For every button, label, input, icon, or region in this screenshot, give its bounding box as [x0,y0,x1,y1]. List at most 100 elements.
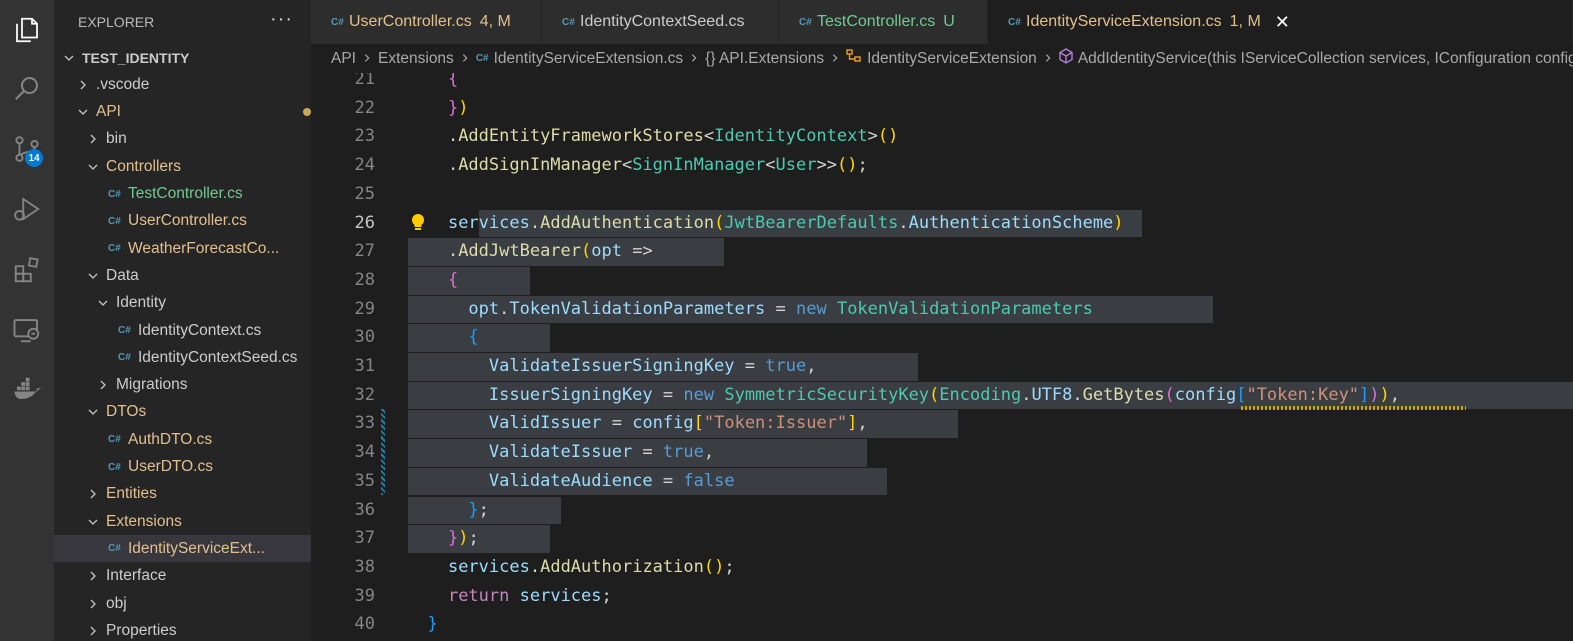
tree-item-label: Data [106,266,139,284]
chevron-down-icon[interactable] [86,406,100,418]
source-control-icon[interactable] [0,122,54,176]
chevron-right-icon[interactable] [86,133,100,145]
file-item[interactable]: C#WeatherForecastCo...M [54,235,311,262]
lightbulb-icon[interactable] [410,213,426,233]
code-line: 39 return services; [311,582,1573,611]
code-token: Encoding [939,384,1022,405]
code-token: ) [458,97,469,118]
folder-item[interactable]: .vscode [54,71,311,98]
code-token: services [447,212,530,233]
folder-item[interactable]: Controllers [54,153,311,180]
tab-git-status: 4, M [479,13,511,30]
breadcrumb-item[interactable]: {} API.Extensions [705,50,824,68]
line-number: 33 [354,413,375,434]
close-icon[interactable]: ✕ [1275,12,1290,33]
tree-item-label: bin [106,130,127,148]
code-token: ] [1359,384,1370,405]
folder-item[interactable]: Identity [54,290,311,317]
tab-2[interactable]: C# TestController.cs U [779,0,988,44]
chevron-down-icon[interactable] [62,52,76,64]
folder-item[interactable]: Interface [54,563,311,590]
code-token: . [499,298,510,319]
code-token: } [407,499,479,520]
code-token: > [867,126,878,147]
line-number: 29 [354,298,375,319]
breadcrumb: API Extensions C# IdentityServiceExtension.… [311,44,1573,73]
file-item[interactable]: C#TestController.csU [54,181,311,208]
tab-label: UserController.cs [349,13,472,30]
chevron-right-icon[interactable] [76,79,90,91]
file-item[interactable]: C#IdentityServiceExt...1, M [54,535,311,563]
file-item[interactable]: C#UserController.cs4, M [54,208,311,235]
code-line: 31 ValidateIssuerSigningKey = true, [311,352,1573,381]
workspace-root[interactable]: TEST_IDENTITY [54,44,311,71]
breadcrumb-item[interactable]: API [331,50,356,68]
folder-item[interactable]: Data [54,262,311,289]
chevron-right-icon[interactable] [86,570,100,582]
tree-item-label: UserDTO.cs [128,458,213,475]
run-debug-icon[interactable] [0,182,54,236]
folder-item[interactable]: bin [54,126,311,153]
more-actions-icon[interactable]: ··· [270,8,293,31]
chevron-right-icon[interactable] [86,625,100,637]
code-line: 34 ValidateIssuer = true, [311,438,1573,467]
chevron-down-icon[interactable] [86,161,100,173]
dirty-diff-indicator[interactable] [381,466,385,496]
remote-explorer-icon[interactable] [0,303,54,357]
chevron-right-icon[interactable] [86,488,100,500]
code-line: 37 }); [311,524,1573,553]
file-item[interactable]: C# IdentityContext.cs [54,317,311,344]
breadcrumb-item[interactable]: AddIdentityService(this IServiceCollecti… [1059,48,1573,69]
dirty-diff-indicator[interactable] [381,438,385,467]
breadcrumb-item[interactable]: Extensions [378,50,454,68]
folder-item[interactable]: Extensions [54,508,311,535]
tree-item-label: IdentityServiceExt... [128,539,265,557]
chevron-down-icon[interactable] [96,297,110,309]
breadcrumb-label: IdentityServiceExtension [867,49,1037,67]
breadcrumb-item[interactable]: C# IdentityServiceExtension.cs [476,50,683,68]
code-line: 36 }; [311,496,1573,525]
code-editor[interactable]: 21 {22 }) 23 .AddEntityFrameworkStores<Id… [311,73,1573,641]
folder-item[interactable]: Migrations [54,372,311,399]
folder-item[interactable]: DTOs [54,399,311,426]
folder-item[interactable]: Entities [54,481,311,508]
chevron-right-icon[interactable] [86,598,100,610]
code-token: config [1174,384,1237,405]
code-text: ValidIssuer = config["Token:Issuer"], [407,409,868,438]
code-token: ( [714,212,725,233]
file-item[interactable]: C#AuthDTO.cs2, U [54,426,311,453]
docker-icon[interactable] [0,362,54,416]
chevron-down-icon[interactable] [86,270,100,282]
tab-1[interactable]: C# IdentityContextSeed.cs [542,0,779,44]
code-token: = [765,298,796,319]
chevron-right-icon[interactable] [96,379,110,391]
tab-3[interactable]: C# IdentityServiceExtension.cs 1, M ✕ [988,0,1573,44]
breadcrumb-item[interactable]: IdentityServiceExtension [846,49,1037,68]
folder-item[interactable]: obj [54,590,311,617]
line-number: 26 [354,212,375,233]
extensions-icon[interactable] [0,243,54,297]
file-item[interactable]: C# IdentityContextSeed.cs [54,344,311,371]
folder-item[interactable]: API [54,99,311,126]
explorer-icon[interactable] [0,3,54,57]
tab-0[interactable]: C# UserController.cs 4, M [311,0,542,44]
code-token: } [407,97,459,118]
tab-label: IdentityServiceExtension.cs [1026,13,1222,30]
code-token: ( [1164,384,1175,405]
tree-item-label: WeatherForecastCo... [128,239,280,257]
folder-item[interactable]: Properties [54,617,311,641]
file-item[interactable]: C#UserDTO.cs3 [54,454,311,481]
code-token: new [795,298,827,319]
code-token: = [652,384,684,405]
csharp-file-icon: C# [118,325,131,336]
search-icon[interactable] [0,61,54,115]
line-number: 28 [354,269,375,290]
chevron-down-icon[interactable] [86,516,100,528]
code-text: services.AddAuthorization(); [407,553,735,582]
dirty-diff-indicator[interactable] [381,409,385,439]
chevron-down-icon[interactable] [76,106,90,118]
breadcrumb-label: IdentityServiceExtension.cs [493,49,684,67]
